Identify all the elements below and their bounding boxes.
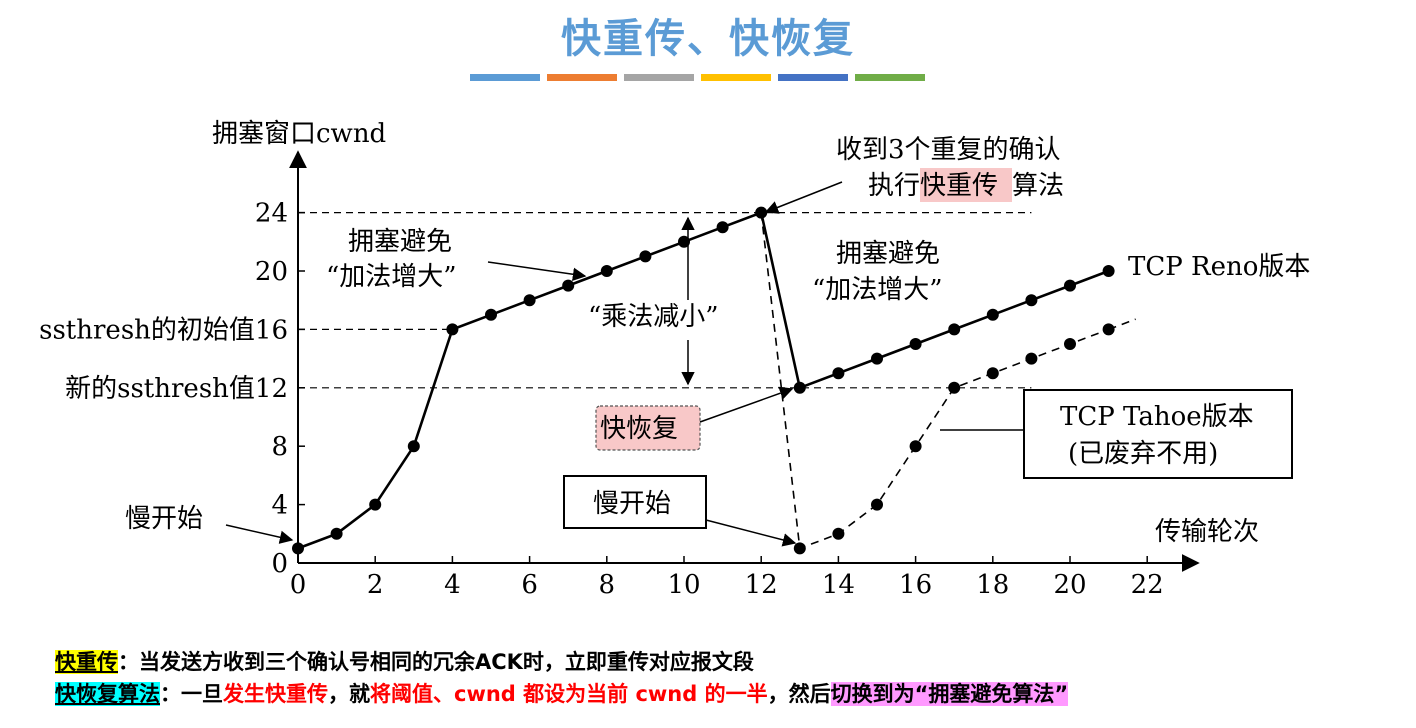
congestion-avoid-2-line2: “加法增大”: [812, 275, 943, 305]
data-point-reno: [832, 367, 845, 380]
tcp-tahoe-line1: TCP Tahoe版本: [1060, 402, 1254, 432]
data-point-tahoe: [948, 381, 961, 394]
x-tick-label: 0: [290, 570, 307, 600]
data-point-reno: [407, 440, 420, 453]
y-axis-label: 拥塞窗口cwnd: [212, 119, 386, 149]
data-point-reno: [986, 308, 999, 321]
data-point-reno: [909, 338, 922, 350]
data-point-reno: [716, 221, 729, 234]
y-tick-label: 20: [255, 257, 288, 287]
note-part-d: 将阈值、cwnd 都设为当前 cwnd 的一半: [370, 682, 768, 706]
congestion-avoid-1-arrow: [487, 261, 587, 281]
x-tick-label: 14: [822, 570, 855, 600]
y-tick-label: 4: [271, 491, 288, 521]
three-dup-ack-line2-b: 快重传: [920, 171, 998, 201]
data-point-tahoe: [793, 542, 806, 555]
x-tick-label: 20: [1053, 570, 1086, 600]
note-part-c: ，就: [328, 682, 370, 706]
y-tick-label: 8: [271, 432, 288, 462]
note-part-b: 发生快重传: [223, 682, 328, 706]
three-dup-ack-line2-c: 算法: [1012, 171, 1064, 201]
x-axis-label: 传输轮次: [1155, 517, 1259, 547]
x-tick-label: 8: [599, 570, 616, 600]
data-point-reno: [639, 250, 652, 263]
data-point-reno: [1025, 294, 1038, 307]
multiplicative-decrease-label: “乘法减小”: [588, 302, 719, 332]
fast-recovery-arrow: [699, 386, 794, 423]
series-line-tahoe-extension: [1108, 318, 1136, 331]
data-point-reno: [948, 323, 961, 336]
fast-recovery-label: 快恢复: [600, 414, 678, 444]
x-tick-label: 22: [1131, 570, 1164, 600]
y-tick-label: 新的ssthresh值12: [65, 374, 288, 404]
x-tick-label: 4: [444, 570, 461, 600]
data-point-reno: [562, 279, 575, 292]
data-point-tahoe: [909, 440, 922, 453]
data-point-reno: [446, 323, 459, 336]
data-point-tahoe: [986, 367, 999, 380]
x-tick-label: 2: [367, 570, 384, 600]
x-tick-label: 12: [745, 570, 778, 600]
congestion-avoid-1-line2: “加法增大”: [326, 262, 457, 292]
data-point-reno: [523, 294, 536, 307]
data-point-tahoe: [871, 498, 883, 511]
data-point-reno: [1102, 265, 1115, 277]
slow-start-box-label: 慢开始: [593, 489, 671, 519]
y-tick-label: ssthresh的初始值16: [39, 315, 288, 345]
slow-start-label: 慢开始: [125, 504, 203, 534]
note-term-fast-retransmit: 快重传: [55, 650, 118, 674]
three-dup-ack-line1: 收到3个重复的确认: [836, 135, 1061, 165]
note-fast-recovery: 快恢复算法：一旦发生快重传，就将阈值、cwnd 都设为当前 cwnd 的一半，然…: [55, 678, 1069, 710]
y-tick-label: 0: [271, 549, 288, 579]
note-part-e: ，然后: [767, 682, 831, 706]
note-text-fast-retransmit: ：当发送方收到三个确认号相同的冗余ACK时，立即重传对应报文段: [118, 650, 754, 674]
congestion-avoid-2-line1: 拥塞避免: [836, 239, 940, 269]
x-tick-label: 16: [899, 570, 932, 600]
data-point-reno: [369, 498, 382, 511]
x-tick-label: 18: [976, 570, 1009, 600]
tcp-reno-label: TCP Reno版本: [1128, 252, 1310, 282]
note-fast-retransmit: 快重传：当发送方收到三个确认号相同的冗余ACK时，立即重传对应报文段: [55, 646, 1068, 678]
three-dup-ack-arrow: [764, 181, 843, 214]
slow-start-box-arrow: [705, 519, 797, 547]
tcp-tahoe-line2: (已废弃不用): [1068, 439, 1218, 469]
y-tick-label: 24: [255, 199, 288, 229]
notes-block: 快重传：当发送方收到三个确认号相同的冗余ACK时，立即重传对应报文段 快恢复算法…: [55, 646, 1069, 710]
note-part-a: ：一旦: [160, 682, 223, 706]
slow-start-arrow: [225, 524, 294, 544]
note-part-f: 切换到为“拥塞避免算法”: [830, 682, 1069, 706]
x-tick-label: 6: [521, 570, 538, 600]
three-dup-ack-line2-a: 执行: [868, 171, 920, 201]
data-point-tahoe: [1064, 338, 1076, 350]
cwnd-chart: 0 2 4 6 8 10 12 14 16 18 20 22048新的ssthresh值12ssthr…: [39, 119, 1310, 600]
data-point-reno: [292, 542, 304, 555]
data-point-tahoe: [832, 527, 845, 540]
note-term-fast-recovery: 快恢复算法: [55, 682, 160, 706]
data-point-reno: [485, 308, 497, 321]
data-point-reno: [330, 527, 343, 540]
data-point-tahoe: [1025, 352, 1038, 365]
data-point-reno: [1064, 279, 1076, 292]
data-point-reno: [871, 352, 883, 365]
x-tick-label: 10: [667, 570, 700, 600]
congestion-avoid-1-line1: 拥塞避免: [348, 227, 452, 257]
data-point-reno: [600, 265, 613, 277]
data-point-reno: [793, 381, 806, 394]
